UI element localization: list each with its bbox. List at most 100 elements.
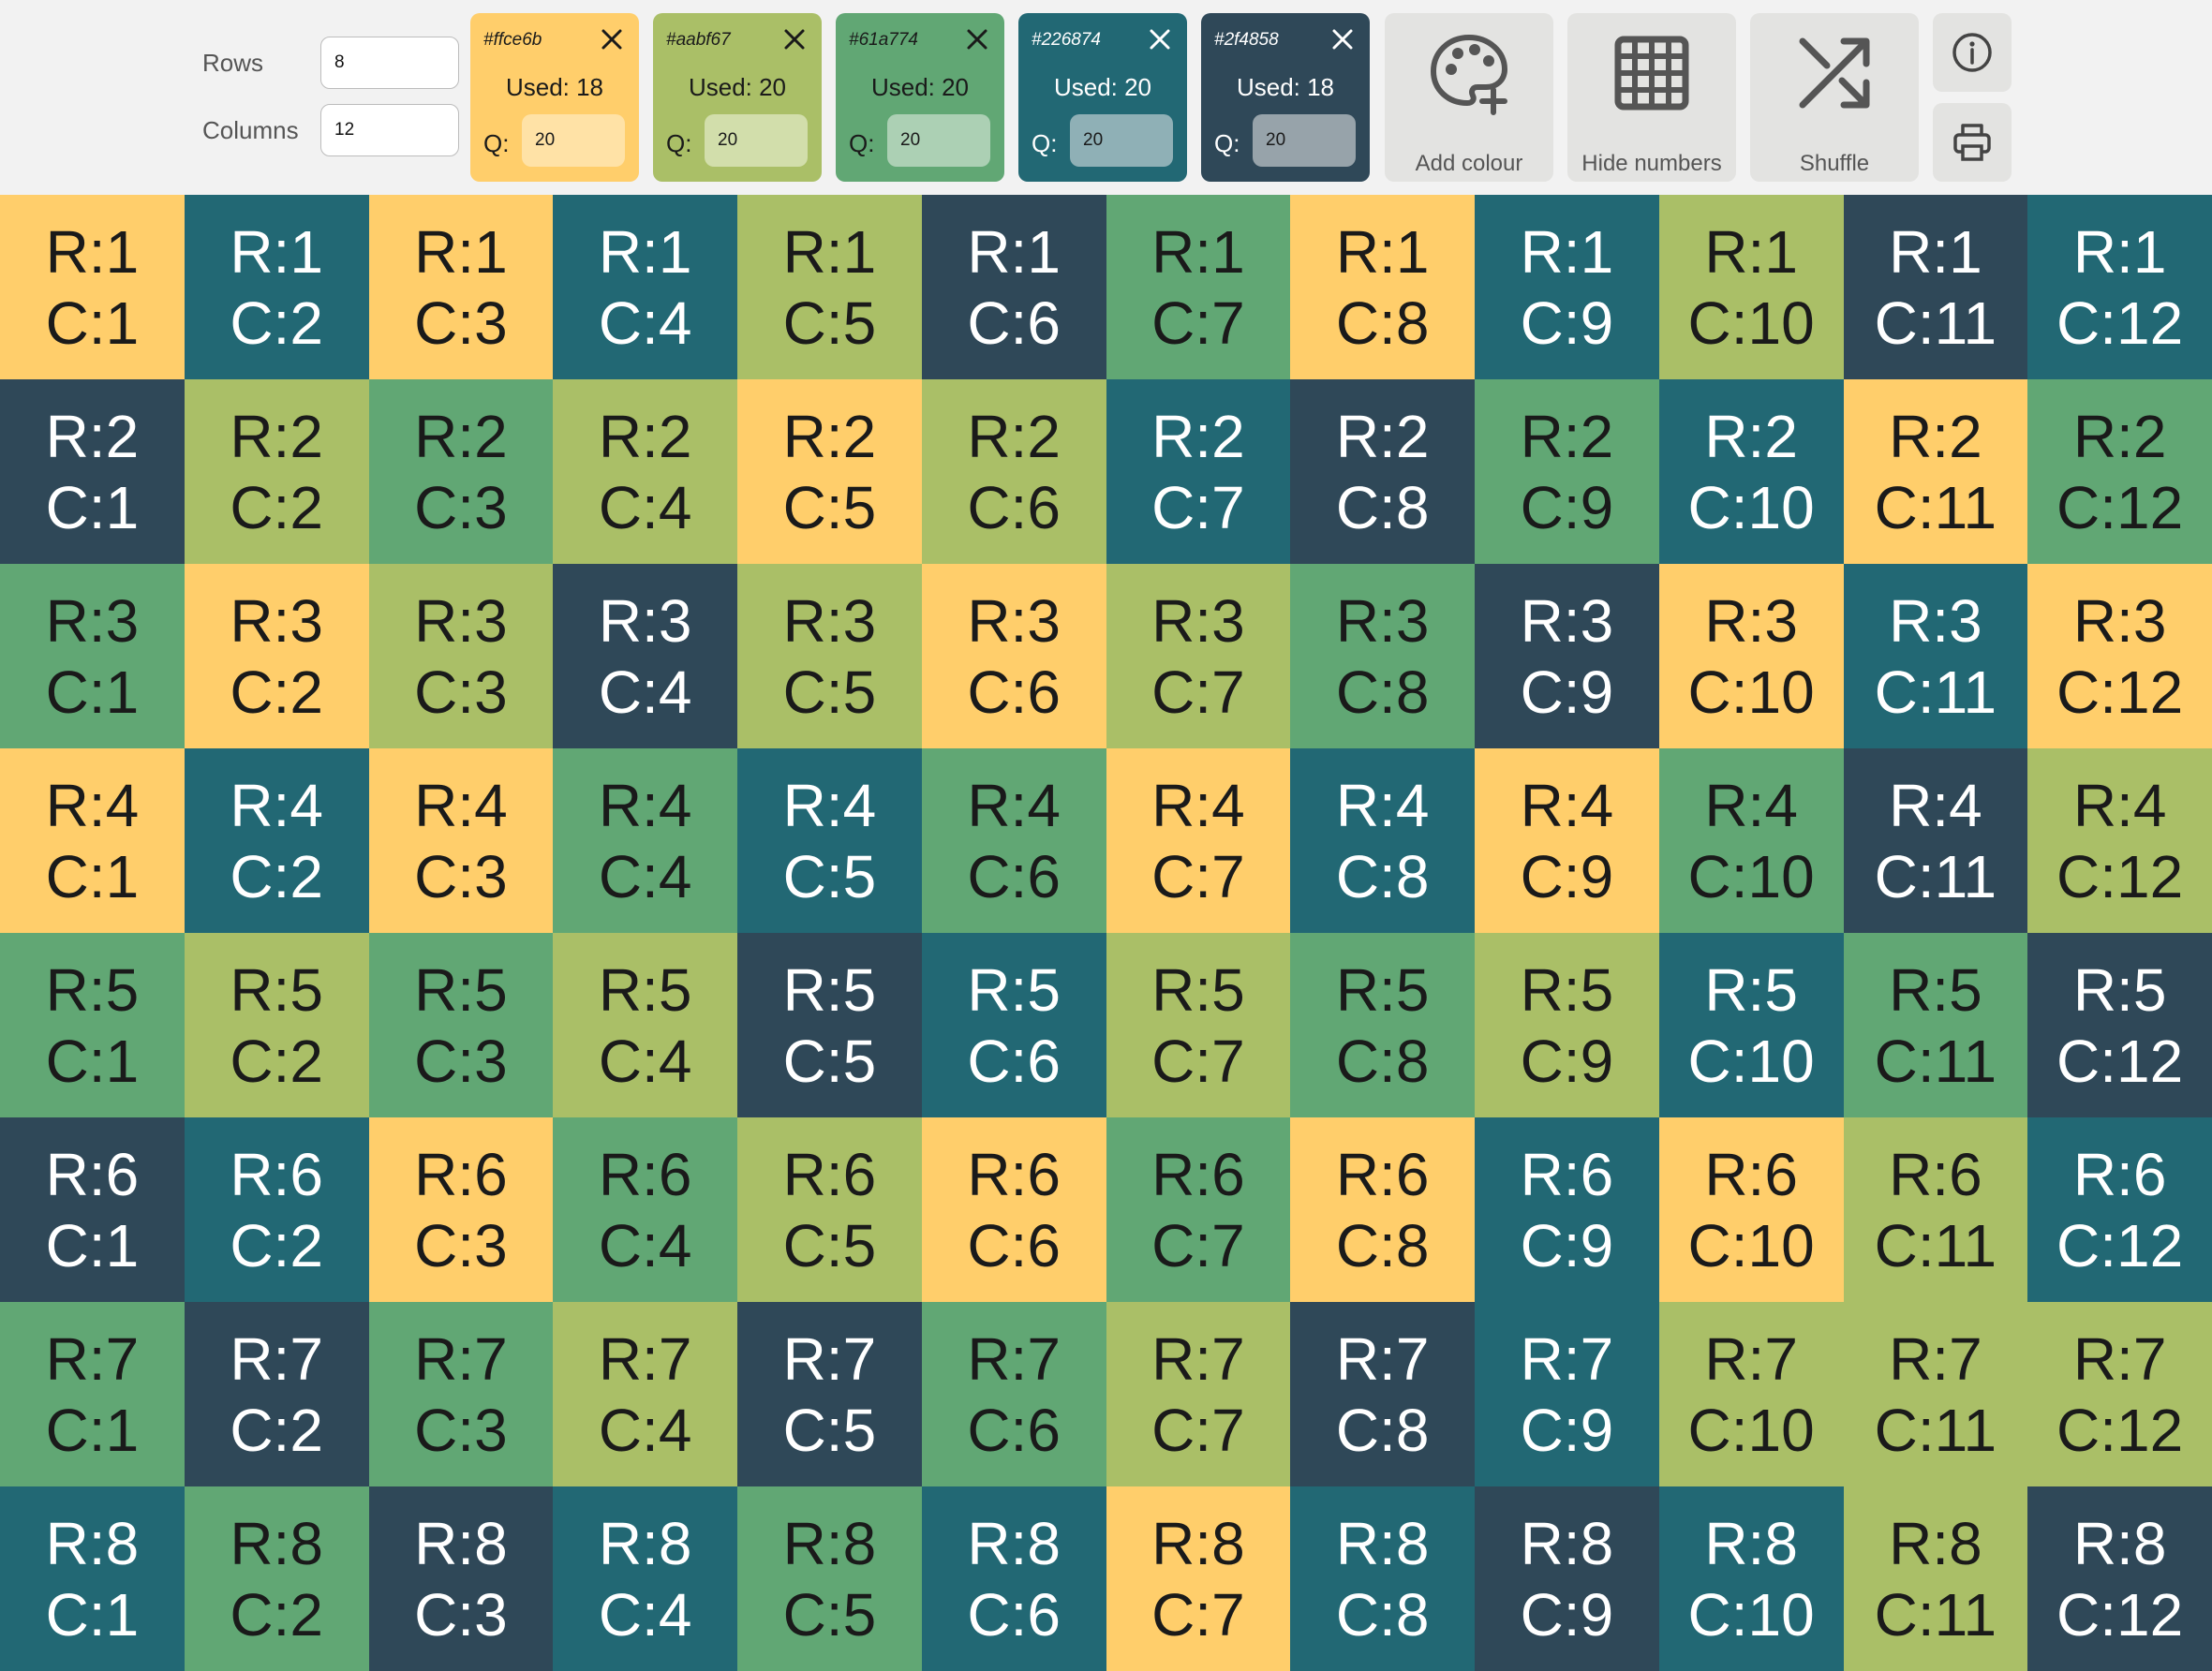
grid-cell[interactable]: R:7 C:1 — [0, 1302, 185, 1486]
grid-cell[interactable]: R:1 C:7 — [1106, 195, 1291, 379]
columns-input[interactable] — [320, 104, 459, 156]
grid-cell[interactable]: R:8 C:1 — [0, 1486, 185, 1671]
grid-cell[interactable]: R:5 C:10 — [1658, 933, 1844, 1117]
grid-cell[interactable]: R:7 C:6 — [921, 1302, 1106, 1486]
grid-cell[interactable]: R:7 C:2 — [184, 1302, 369, 1486]
grid-cell[interactable]: R:5 C:6 — [921, 933, 1106, 1117]
grid-cell[interactable]: R:4 C:3 — [368, 748, 554, 933]
remove-colour-button[interactable] — [963, 25, 991, 53]
grid-cell[interactable]: R:3 C:6 — [921, 564, 1106, 748]
remove-colour-button[interactable] — [780, 25, 809, 53]
grid-cell[interactable]: R:4 C:12 — [2027, 748, 2212, 933]
grid-cell[interactable]: R:1 C:5 — [737, 195, 922, 379]
grid-cell[interactable]: R:3 C:9 — [1475, 564, 1659, 748]
swatch-quantity-input[interactable] — [522, 114, 625, 167]
grid-cell[interactable]: R:8 C:5 — [737, 1486, 922, 1671]
grid-cell[interactable]: R:5 C:4 — [553, 933, 737, 1117]
grid-cell[interactable]: R:2 C:2 — [184, 379, 369, 564]
grid-cell[interactable]: R:6 C:8 — [1290, 1117, 1475, 1302]
grid-cell[interactable]: R:1 C:4 — [553, 195, 737, 379]
grid-cell[interactable]: R:3 C:3 — [368, 564, 554, 748]
grid-cell[interactable]: R:8 C:2 — [184, 1486, 369, 1671]
grid-cell[interactable]: R:8 C:3 — [368, 1486, 554, 1671]
grid-cell[interactable]: R:2 C:12 — [2027, 379, 2212, 564]
remove-colour-button[interactable] — [1329, 25, 1357, 53]
grid-cell[interactable]: R:3 C:7 — [1106, 564, 1291, 748]
grid-cell[interactable]: R:4 C:9 — [1475, 748, 1659, 933]
grid-cell[interactable]: R:3 C:12 — [2027, 564, 2212, 748]
grid-cell[interactable]: R:7 C:12 — [2027, 1302, 2212, 1486]
grid-cell[interactable]: R:2 C:3 — [368, 379, 554, 564]
grid-cell[interactable]: R:3 C:4 — [553, 564, 737, 748]
shuffle-button[interactable]: Shuffle — [1750, 13, 1919, 182]
add-colour-button[interactable]: Add colour — [1385, 13, 1553, 182]
grid-cell[interactable]: R:2 C:7 — [1106, 379, 1291, 564]
grid-cell[interactable]: R:2 C:4 — [553, 379, 737, 564]
grid-cell[interactable]: R:7 C:5 — [737, 1302, 922, 1486]
remove-colour-button[interactable] — [598, 25, 626, 53]
grid-cell[interactable]: R:1 C:1 — [0, 195, 185, 379]
grid-cell[interactable]: R:6 C:3 — [368, 1117, 554, 1302]
grid-cell[interactable]: R:4 C:6 — [921, 748, 1106, 933]
grid-cell[interactable]: R:1 C:12 — [2027, 195, 2212, 379]
grid-cell[interactable]: R:2 C:11 — [1843, 379, 2028, 564]
grid-cell[interactable]: R:3 C:1 — [0, 564, 185, 748]
remove-colour-button[interactable] — [1146, 25, 1174, 53]
grid-cell[interactable]: R:2 C:10 — [1658, 379, 1844, 564]
grid-cell[interactable]: R:8 C:6 — [921, 1486, 1106, 1671]
grid-cell[interactable]: R:6 C:2 — [184, 1117, 369, 1302]
grid-cell[interactable]: R:7 C:11 — [1843, 1302, 2028, 1486]
swatch-quantity-input[interactable] — [887, 114, 990, 167]
grid-cell[interactable]: R:6 C:4 — [553, 1117, 737, 1302]
grid-cell[interactable]: R:4 C:8 — [1290, 748, 1475, 933]
grid-cell[interactable]: R:6 C:10 — [1658, 1117, 1844, 1302]
grid-cell[interactable]: R:6 C:1 — [0, 1117, 185, 1302]
grid-cell[interactable]: R:7 C:7 — [1106, 1302, 1291, 1486]
grid-cell[interactable]: R:3 C:5 — [737, 564, 922, 748]
grid-cell[interactable]: R:7 C:3 — [368, 1302, 554, 1486]
swatch-quantity-input[interactable] — [1253, 114, 1356, 167]
grid-cell[interactable]: R:2 C:1 — [0, 379, 185, 564]
grid-cell[interactable]: R:4 C:7 — [1106, 748, 1291, 933]
grid-cell[interactable]: R:1 C:3 — [368, 195, 554, 379]
grid-cell[interactable]: R:4 C:10 — [1658, 748, 1844, 933]
grid-cell[interactable]: R:6 C:6 — [921, 1117, 1106, 1302]
grid-cell[interactable]: R:5 C:9 — [1475, 933, 1659, 1117]
grid-cell[interactable]: R:3 C:8 — [1290, 564, 1475, 748]
grid-cell[interactable]: R:5 C:7 — [1106, 933, 1291, 1117]
grid-cell[interactable]: R:3 C:2 — [184, 564, 369, 748]
rows-input[interactable] — [320, 37, 459, 89]
grid-cell[interactable]: R:2 C:8 — [1290, 379, 1475, 564]
hide-numbers-button[interactable]: Hide numbers — [1567, 13, 1736, 182]
grid-cell[interactable]: R:5 C:8 — [1290, 933, 1475, 1117]
grid-cell[interactable]: R:8 C:4 — [553, 1486, 737, 1671]
grid-cell[interactable]: R:8 C:11 — [1843, 1486, 2028, 1671]
grid-cell[interactable]: R:4 C:4 — [553, 748, 737, 933]
grid-cell[interactable]: R:6 C:9 — [1475, 1117, 1659, 1302]
grid-cell[interactable]: R:6 C:11 — [1843, 1117, 2028, 1302]
grid-cell[interactable]: R:5 C:1 — [0, 933, 185, 1117]
grid-cell[interactable]: R:3 C:10 — [1658, 564, 1844, 748]
grid-cell[interactable]: R:2 C:9 — [1475, 379, 1659, 564]
grid-cell[interactable]: R:2 C:5 — [737, 379, 922, 564]
grid-cell[interactable]: R:1 C:11 — [1843, 195, 2028, 379]
grid-cell[interactable]: R:1 C:6 — [921, 195, 1106, 379]
grid-cell[interactable]: R:8 C:8 — [1290, 1486, 1475, 1671]
grid-cell[interactable]: R:1 C:8 — [1290, 195, 1475, 379]
grid-cell[interactable]: R:8 C:7 — [1106, 1486, 1291, 1671]
grid-cell[interactable]: R:5 C:5 — [737, 933, 922, 1117]
grid-cell[interactable]: R:8 C:10 — [1658, 1486, 1844, 1671]
grid-cell[interactable]: R:7 C:10 — [1658, 1302, 1844, 1486]
grid-cell[interactable]: R:6 C:12 — [2027, 1117, 2212, 1302]
grid-cell[interactable]: R:5 C:12 — [2027, 933, 2212, 1117]
grid-cell[interactable]: R:3 C:11 — [1843, 564, 2028, 748]
grid-cell[interactable]: R:4 C:5 — [737, 748, 922, 933]
grid-cell[interactable]: R:7 C:9 — [1475, 1302, 1659, 1486]
swatch-quantity-input[interactable] — [1070, 114, 1173, 167]
grid-cell[interactable]: R:5 C:11 — [1843, 933, 2028, 1117]
grid-cell[interactable]: R:4 C:2 — [184, 748, 369, 933]
info-button[interactable] — [1933, 13, 2012, 92]
grid-cell[interactable]: R:7 C:4 — [553, 1302, 737, 1486]
grid-cell[interactable]: R:4 C:1 — [0, 748, 185, 933]
grid-cell[interactable]: R:6 C:5 — [737, 1117, 922, 1302]
